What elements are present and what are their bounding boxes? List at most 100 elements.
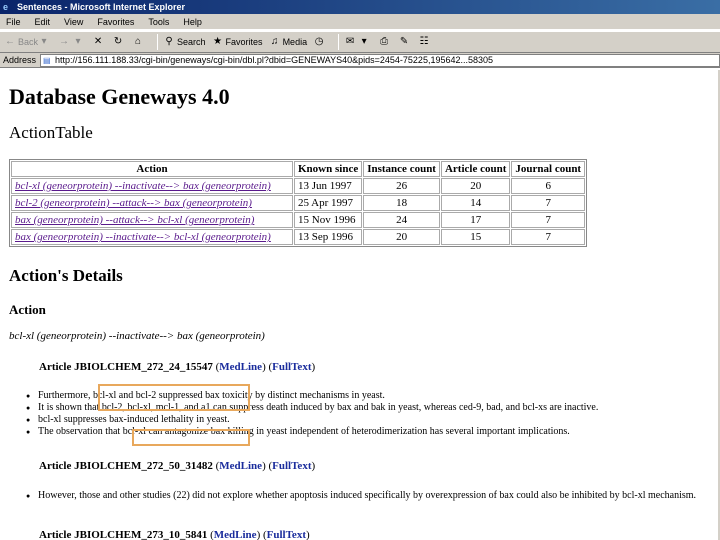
article-count-cell: 17	[440, 212, 511, 228]
column-header: Action	[11, 161, 293, 177]
column-header: Article count	[440, 161, 511, 177]
action-description: bcl-xl (geneorprotein) --inactivate--> b…	[9, 330, 265, 342]
edit-icon: ✎	[399, 36, 409, 47]
instance-count-cell: 18	[363, 195, 440, 211]
discuss-icon: ☷	[419, 36, 429, 47]
action-link[interactable]: bcl-2 (geneorprotein) --attack--> bax (g…	[15, 197, 252, 209]
action-table: Action Known since Instance count Articl…	[9, 159, 588, 247]
table-row: bcl-xl (geneorprotein) --inactivate--> b…	[11, 178, 586, 194]
dropdown-icon: ▾	[75, 36, 81, 47]
known-since-cell: 25 Apr 1997	[294, 195, 363, 211]
menu-bar: File Edit View Favorites Tools Help	[0, 14, 720, 30]
forward-button[interactable]: → ▾	[58, 36, 86, 48]
window-titlebar: e Sentences - Microsoft Internet Explore…	[0, 0, 720, 14]
table-header-row: Action Known since Instance count Articl…	[11, 161, 586, 177]
mail-button[interactable]: ✉ ▾	[344, 36, 372, 48]
fulltext-link[interactable]: FullText	[272, 460, 311, 472]
menu-tools[interactable]: Tools	[148, 17, 169, 27]
fulltext-link[interactable]: FullText	[267, 529, 306, 540]
highlight-box	[132, 429, 250, 446]
journal-count-cell: 7	[511, 229, 586, 245]
menu-view[interactable]: View	[64, 17, 83, 27]
back-arrow-icon: ←	[5, 36, 15, 47]
address-input[interactable]: ▤ http://156.111.188.33/cgi-bin/geneways…	[40, 53, 720, 67]
medline-link[interactable]: MedLine	[214, 529, 257, 540]
journal-count-cell: 6	[511, 178, 586, 194]
favorites-button[interactable]: ★ Favorites	[212, 36, 263, 48]
article-label: Article JBIOLCHEM_272_50_31482	[39, 460, 213, 472]
list-item: The observation that bcl-xl can antagoni…	[24, 426, 598, 438]
toolbar: ← Back ▾ → ▾ ✕ ↻ ⌂ ⚲ Search ★ Favorites …	[0, 31, 720, 53]
instance-count-cell: 26	[363, 178, 440, 194]
media-button[interactable]: ♫ Media	[269, 36, 307, 48]
medline-link[interactable]: MedLine	[219, 460, 262, 472]
search-button[interactable]: ⚲ Search	[163, 36, 205, 48]
toolbar-separator	[157, 34, 159, 50]
page-icon: ▤	[43, 55, 51, 65]
back-button[interactable]: ← Back ▾	[4, 36, 52, 48]
page-title: Database Geneways 4.0	[9, 84, 230, 109]
action-link[interactable]: bax (geneorprotein) --attack--> bcl-xl (…	[15, 214, 254, 226]
article-count-cell: 14	[440, 195, 511, 211]
column-header: Instance count	[363, 161, 440, 177]
window-title: Sentences - Microsoft Internet Explorer	[17, 2, 186, 12]
article-header: Article JBIOLCHEM_272_24_15547 (MedLine)…	[39, 361, 316, 373]
article-label: Article JBIOLCHEM_272_24_15547	[39, 361, 213, 373]
mail-icon: ✉	[345, 36, 355, 47]
action-heading: Action	[9, 302, 46, 317]
article-header: Article JBIOLCHEM_273_10_5841 (MedLine) …	[39, 529, 310, 540]
history-button[interactable]: ◷	[313, 36, 327, 48]
favorites-icon: ★	[213, 36, 223, 47]
menu-help[interactable]: Help	[183, 17, 202, 27]
refresh-icon: ↻	[113, 36, 123, 47]
details-heading: Action's Details	[9, 266, 123, 285]
stop-icon: ✕	[93, 36, 103, 47]
dropdown-icon: ▾	[361, 36, 367, 47]
dropdown-icon: ▾	[41, 36, 47, 47]
known-since-cell: 13 Jun 1997	[294, 178, 363, 194]
search-icon: ⚲	[165, 36, 173, 47]
action-link[interactable]: bax (geneorprotein) --inactivate--> bcl-…	[15, 231, 271, 243]
home-icon: ⌂	[134, 36, 142, 47]
table-row: bax (geneorprotein) --attack--> bcl-xl (…	[11, 212, 586, 228]
toolbar-separator	[338, 34, 340, 50]
list-item: bcl-xl suppresses bax-induced lethality …	[24, 414, 598, 426]
column-header: Journal count	[511, 161, 586, 177]
history-icon: ◷	[314, 36, 324, 47]
list-item: However, those and other studies (22) di…	[24, 490, 714, 502]
address-label: Address	[3, 55, 37, 65]
ie-logo-icon: e	[3, 2, 9, 12]
medline-link[interactable]: MedLine	[219, 361, 262, 373]
refresh-button[interactable]: ↻	[112, 36, 126, 48]
action-link[interactable]: bcl-xl (geneorprotein) --inactivate--> b…	[15, 180, 271, 192]
article-header: Article JBIOLCHEM_272_50_31482 (MedLine)…	[39, 460, 316, 472]
stop-button[interactable]: ✕	[92, 36, 106, 48]
sentence-list: However, those and other studies (22) di…	[24, 490, 714, 502]
forward-arrow-icon: →	[59, 36, 70, 47]
menu-favorites[interactable]: Favorites	[97, 17, 134, 27]
discuss-button[interactable]: ☷	[418, 36, 432, 48]
edit-button[interactable]: ✎	[398, 36, 412, 48]
column-header: Known since	[294, 161, 363, 177]
highlight-box	[98, 384, 250, 411]
table-row: bax (geneorprotein) --inactivate--> bcl-…	[11, 229, 586, 245]
address-bar: Address ▤ http://156.111.188.33/cgi-bin/…	[0, 53, 720, 68]
fulltext-link[interactable]: FullText	[272, 361, 311, 373]
menu-edit[interactable]: Edit	[35, 17, 51, 27]
home-button[interactable]: ⌂	[132, 36, 146, 48]
page-content: Database Geneways 4.0 ActionTable Action…	[0, 70, 720, 540]
known-since-cell: 15 Nov 1996	[294, 212, 363, 228]
action-table-heading: ActionTable	[9, 123, 93, 142]
menu-file[interactable]: File	[6, 17, 21, 27]
print-icon: ⎙	[380, 36, 389, 47]
print-button[interactable]: ⎙	[378, 36, 392, 48]
table-row: bcl-2 (geneorprotein) --attack--> bax (g…	[11, 195, 586, 211]
journal-count-cell: 7	[511, 212, 586, 228]
article-count-cell: 20	[440, 178, 511, 194]
article-label: Article JBIOLCHEM_273_10_5841	[39, 529, 208, 540]
instance-count-cell: 24	[363, 212, 440, 228]
media-icon: ♫	[270, 36, 279, 47]
known-since-cell: 13 Sep 1996	[294, 229, 363, 245]
instance-count-cell: 20	[363, 229, 440, 245]
journal-count-cell: 7	[511, 195, 586, 211]
